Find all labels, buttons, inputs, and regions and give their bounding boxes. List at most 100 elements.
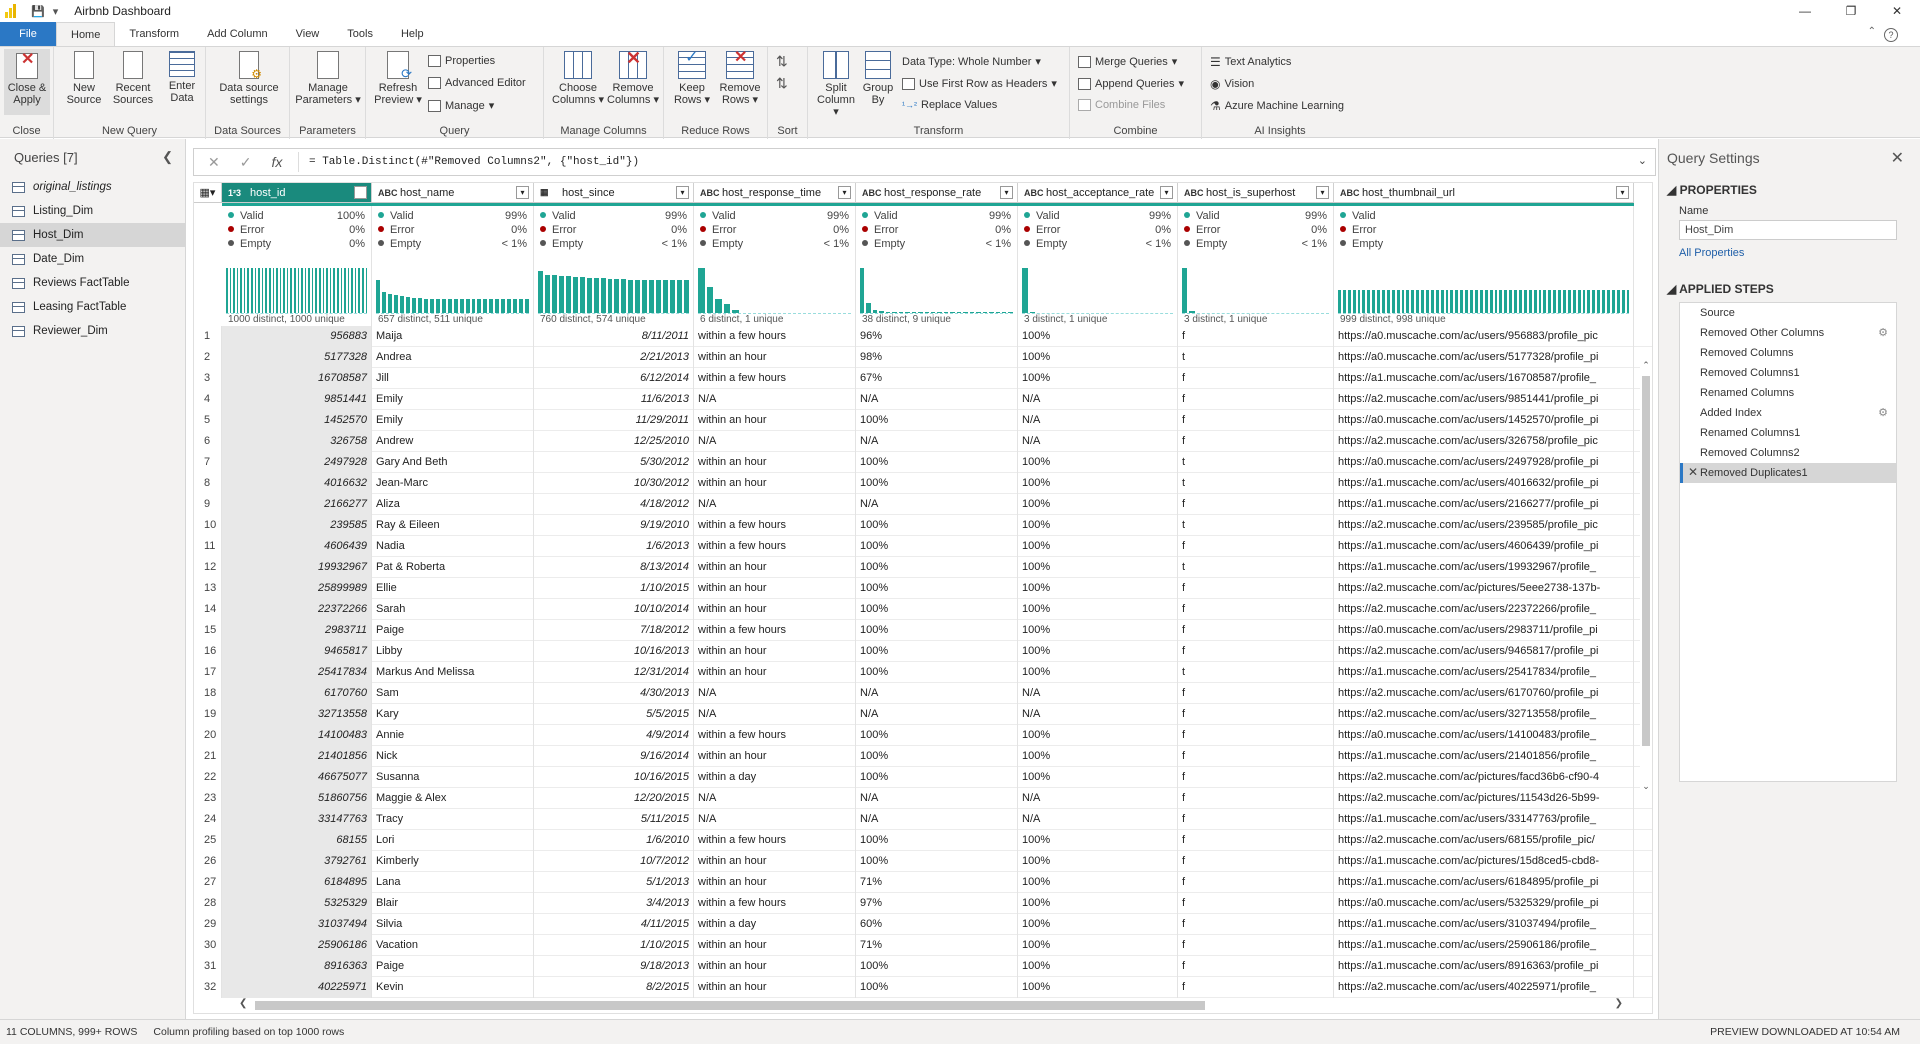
table-cell[interactable]: within a few hours	[694, 536, 856, 557]
table-cell[interactable]: Paige	[372, 956, 534, 977]
table-cell[interactable]: 9/19/2010	[534, 515, 694, 536]
table-cell[interactable]: 326758	[222, 431, 372, 452]
table-cell[interactable]: 1/6/2013	[534, 536, 694, 557]
table-row[interactable]: 24 33147763 Tracy 5/11/2015 N/A N/A N/A f https:…	[194, 809, 1652, 830]
table-cell[interactable]: 100%	[856, 578, 1018, 599]
table-cell[interactable]: https://a1.muscache.com/ac/pictures/15d8…	[1334, 851, 1634, 872]
column-filter-dropdown-icon[interactable]: ▾	[1616, 186, 1629, 199]
table-row[interactable]: 19 32713558 Kary 5/5/2015 N/A N/A N/A f https://…	[194, 704, 1652, 725]
table-cell[interactable]: within an hour	[694, 746, 856, 767]
column-type-icon[interactable]: ABC	[378, 188, 398, 198]
table-cell[interactable]: 1/10/2015	[534, 578, 694, 599]
table-row[interactable]: 29 31037494 Silvia 4/11/2015 within a day 60%…	[194, 914, 1652, 935]
table-cell[interactable]: 2/21/2013	[534, 347, 694, 368]
keep-rows-button[interactable]: ✓ Keep Rows ▾	[670, 50, 714, 107]
table-cell[interactable]: https://a1.muscache.com/ac/users/2590618…	[1334, 935, 1634, 956]
table-cell[interactable]: https://a2.muscache.com/ac/users/6170760…	[1334, 683, 1634, 704]
column-header-host-acceptance-rate[interactable]: ABC host_acceptance_rate ▾	[1018, 183, 1178, 203]
tab-add-column[interactable]: Add Column	[193, 22, 282, 46]
table-cell[interactable]: N/A	[694, 788, 856, 809]
table-cell[interactable]: within an hour	[694, 599, 856, 620]
table-cell[interactable]: within an hour	[694, 851, 856, 872]
table-cell[interactable]: within a few hours	[694, 725, 856, 746]
table-cell[interactable]: https://a2.muscache.com/ac/pictures/facd…	[1334, 767, 1634, 788]
gear-icon[interactable]: ⚙	[1878, 406, 1888, 419]
table-cell[interactable]: f	[1178, 368, 1334, 389]
replace-values-button[interactable]: ¹→² Replace Values	[902, 99, 997, 111]
query-item-original-listings[interactable]: original_listings	[0, 175, 185, 199]
table-cell[interactable]: f	[1178, 935, 1334, 956]
table-cell[interactable]: f	[1178, 788, 1334, 809]
table-cell[interactable]: N/A	[694, 389, 856, 410]
table-cell[interactable]: https://a0.muscache.com/ac/users/1452570…	[1334, 410, 1634, 431]
table-cell[interactable]: N/A	[1018, 431, 1178, 452]
table-cell[interactable]: 1452570	[222, 410, 372, 431]
table-cell[interactable]: 96%	[856, 326, 1018, 347]
table-cell[interactable]: within an hour	[694, 977, 856, 998]
table-cell[interactable]: https://a2.muscache.com/ac/users/2237226…	[1334, 599, 1634, 620]
table-cell[interactable]: Kary	[372, 704, 534, 725]
table-cell[interactable]: 100%	[1018, 515, 1178, 536]
remove-rows-button[interactable]: ✕ Remove Rows ▾	[716, 50, 764, 107]
scroll-up-icon[interactable]: ⌃	[1640, 360, 1652, 371]
table-cell[interactable]: N/A	[856, 389, 1018, 410]
use-first-row-button[interactable]: Use First Row as Headers ▾	[902, 77, 1057, 90]
table-cell[interactable]: https://a1.muscache.com/ac/users/2541783…	[1334, 662, 1634, 683]
table-cell[interactable]: 71%	[856, 935, 1018, 956]
cancel-formula-icon[interactable]: ✕	[208, 154, 220, 171]
table-cell[interactable]: Nadia	[372, 536, 534, 557]
table-row[interactable]: 8 4016632 Jean-Marc 10/30/2012 within an hou…	[194, 473, 1652, 494]
table-cell[interactable]: 5/5/2015	[534, 704, 694, 725]
table-cell[interactable]: 6/12/2014	[534, 368, 694, 389]
table-row[interactable]: 15 2983711 Paige 7/18/2012 within a few hour…	[194, 620, 1652, 641]
tab-transform[interactable]: Transform	[115, 22, 193, 46]
table-cell[interactable]: https://a1.muscache.com/ac/users/4016632…	[1334, 473, 1634, 494]
table-cell[interactable]: https://a1.muscache.com/ac/users/6184895…	[1334, 872, 1634, 893]
table-cell[interactable]: 100%	[1018, 557, 1178, 578]
table-cell[interactable]: f	[1178, 389, 1334, 410]
close-settings-icon[interactable]: ✕	[1891, 148, 1904, 168]
table-cell[interactable]: Gary And Beth	[372, 452, 534, 473]
table-row[interactable]: 26 3792761 Kimberly 10/7/2012 within an hour…	[194, 851, 1652, 872]
enter-data-button[interactable]: Enter Data	[164, 51, 200, 104]
query-item-date-dim[interactable]: Date_Dim	[0, 247, 185, 271]
step-renamed-columns[interactable]: Renamed Columns	[1680, 383, 1896, 403]
table-cell[interactable]: 98%	[856, 347, 1018, 368]
table-cell[interactable]: 71%	[856, 872, 1018, 893]
table-cell[interactable]: 100%	[856, 725, 1018, 746]
table-cell[interactable]: f	[1178, 872, 1334, 893]
data-type-dropdown[interactable]: Data Type: Whole Number ▾	[902, 55, 1041, 69]
status-profiling[interactable]: Column profiling based on top 1000 rows	[153, 1026, 344, 1038]
table-row[interactable]: 7 2497928 Gary And Beth 5/30/2012 within an …	[194, 452, 1652, 473]
table-row[interactable]: 3 16708587 Jill 6/12/2014 within a few hours…	[194, 368, 1652, 389]
table-row[interactable]: 11 4606439 Nadia 1/6/2013 within a few hours…	[194, 536, 1652, 557]
table-cell[interactable]: 100%	[856, 851, 1018, 872]
table-cell[interactable]: 12/20/2015	[534, 788, 694, 809]
table-row[interactable]: 22 46675077 Susanna 10/16/2015 within a day 1…	[194, 767, 1652, 788]
table-cell[interactable]: within an hour	[694, 557, 856, 578]
table-cell[interactable]: 100%	[856, 956, 1018, 977]
split-column-button[interactable]: Split Column ▾	[814, 51, 858, 118]
table-cell[interactable]: t	[1178, 347, 1334, 368]
save-icon[interactable]: 💾	[31, 5, 45, 18]
table-cell[interactable]: https://a0.muscache.com/ac/users/1410048…	[1334, 725, 1634, 746]
table-cell[interactable]: https://a2.muscache.com/ac/users/3271355…	[1334, 704, 1634, 725]
all-properties-link[interactable]: All Properties	[1679, 247, 1744, 259]
table-row[interactable]: 20 14100483 Annie 4/9/2014 within a few hour…	[194, 725, 1652, 746]
table-cell[interactable]: 100%	[1018, 641, 1178, 662]
table-cell[interactable]: f	[1178, 977, 1334, 998]
table-cell[interactable]: https://a0.muscache.com/ac/users/5177328…	[1334, 347, 1634, 368]
table-cell[interactable]: 100%	[1018, 494, 1178, 515]
table-cell[interactable]: 10/30/2012	[534, 473, 694, 494]
table-cell[interactable]: 100%	[1018, 368, 1178, 389]
table-cell[interactable]: Ellie	[372, 578, 534, 599]
table-cell[interactable]: https://a0.muscache.com/ac/users/2497928…	[1334, 452, 1634, 473]
commit-formula-icon[interactable]: ✓	[240, 154, 252, 171]
table-cell[interactable]: f	[1178, 725, 1334, 746]
table-cell[interactable]: 9/18/2013	[534, 956, 694, 977]
table-cell[interactable]: 60%	[856, 914, 1018, 935]
table-cell[interactable]: N/A	[694, 683, 856, 704]
table-cell[interactable]: f	[1178, 893, 1334, 914]
table-cell[interactable]: within an hour	[694, 641, 856, 662]
column-type-icon[interactable]: ABC	[1184, 188, 1204, 198]
